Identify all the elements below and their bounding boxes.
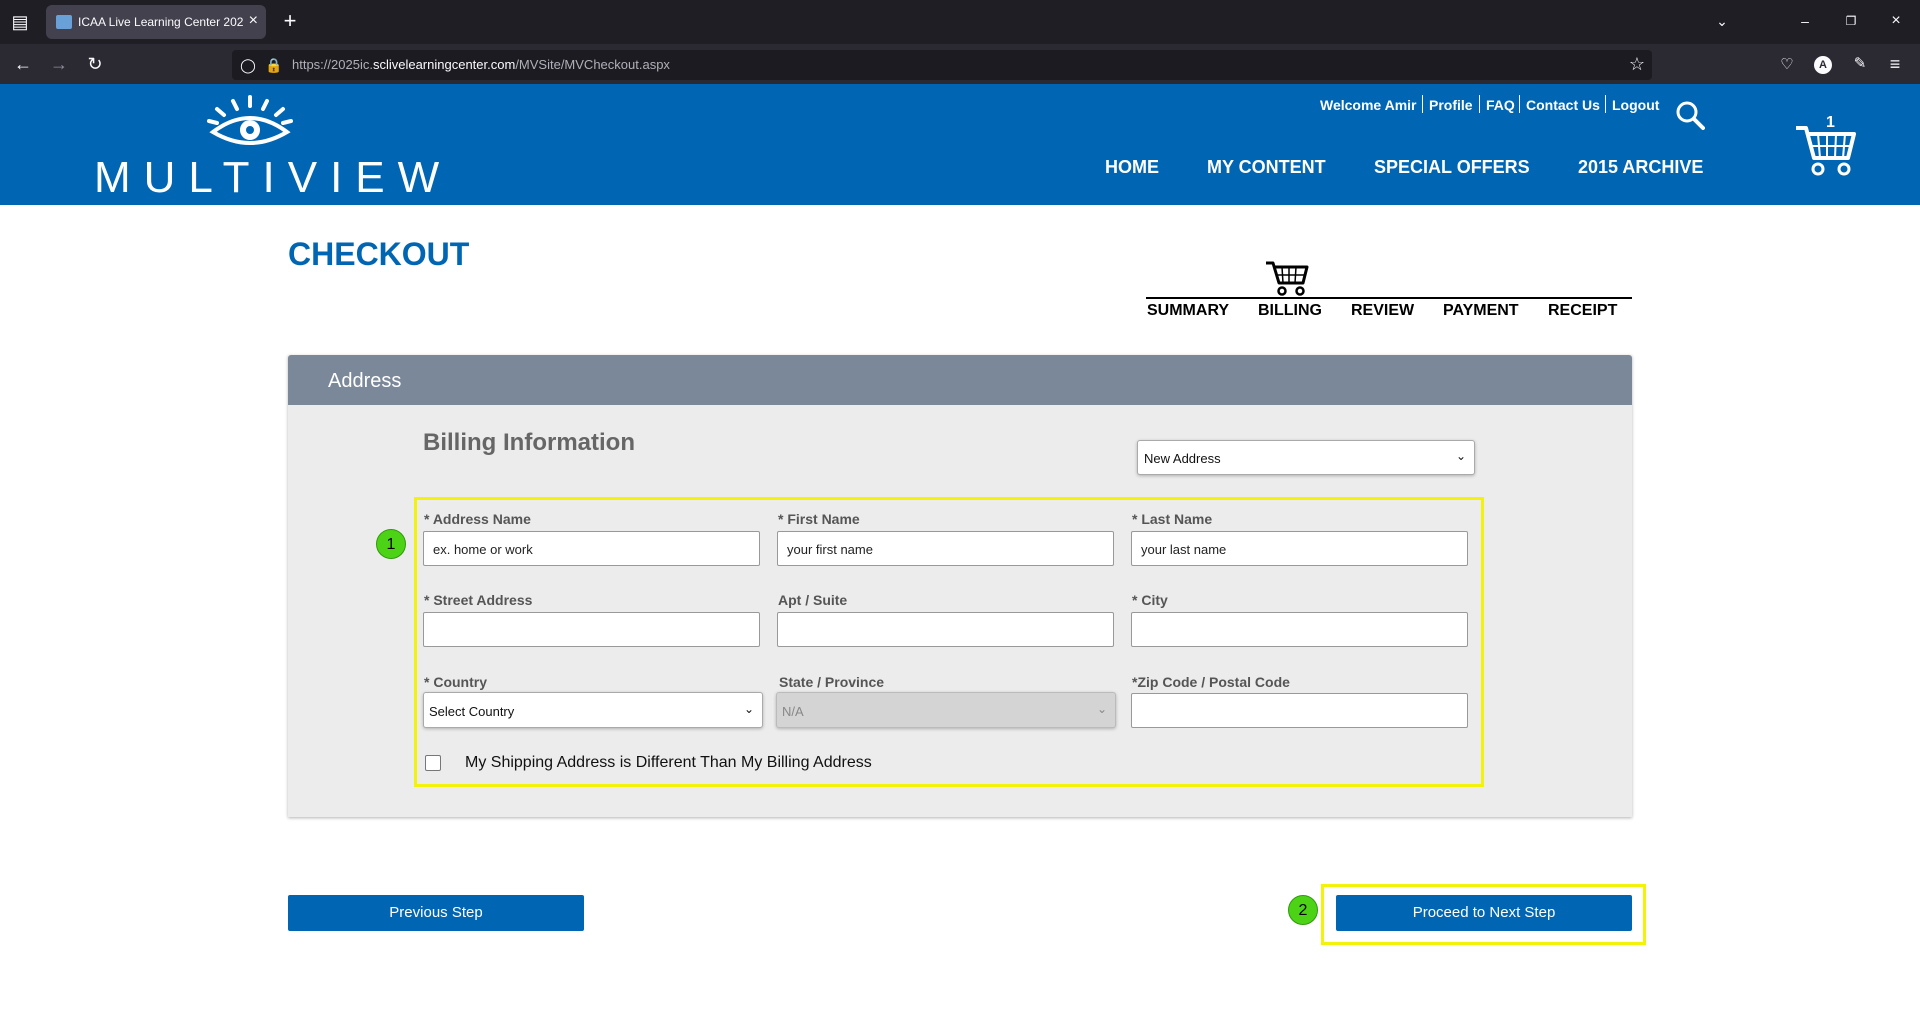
link-separator (1519, 95, 1520, 113)
previous-step-button[interactable]: Previous Step (288, 895, 584, 931)
nav-special-offers[interactable]: SPECIAL OFFERS (1374, 157, 1530, 178)
list-all-tabs-icon[interactable]: ⌄ (1712, 11, 1732, 31)
city-label: * City (1132, 592, 1168, 608)
faq-link[interactable]: FAQ (1486, 97, 1515, 113)
cart-icon[interactable] (1794, 122, 1858, 178)
steps-progress-line (1146, 297, 1632, 299)
first-name-label: * First Name (778, 511, 860, 527)
nav-2015-archive[interactable]: 2015 ARCHIVE (1578, 157, 1703, 178)
chevron-down-icon: ⌄ (743, 702, 754, 716)
link-separator (1479, 95, 1480, 113)
address-name-input[interactable]: ex. home or work (423, 531, 760, 566)
logo-text[interactable]: MULTIVIEW (94, 153, 452, 203)
favicon-icon (56, 15, 72, 29)
country-select[interactable]: Select Country ⌄ (423, 692, 763, 728)
state-province-select[interactable]: N/A ⌄ (776, 692, 1116, 728)
zip-code-input[interactable] (1131, 693, 1468, 728)
chevron-down-icon: ⌄ (1096, 702, 1107, 716)
city-input[interactable] (1131, 612, 1468, 647)
country-label: * Country (424, 674, 487, 690)
address-name-placeholder: ex. home or work (433, 542, 533, 557)
reload-icon[interactable]: ↻ (84, 54, 106, 74)
profile-link[interactable]: Profile (1429, 97, 1473, 113)
last-name-input[interactable]: your last name (1131, 531, 1468, 566)
url-text: https://2025ic.sclivelearningcenter.com/… (292, 57, 670, 72)
apt-suite-input[interactable] (777, 612, 1114, 647)
new-tab-icon[interactable]: + (280, 10, 300, 32)
close-tab-icon[interactable]: × (249, 12, 258, 30)
forward-icon[interactable]: → (48, 54, 70, 74)
billing-section-title: Billing Information (423, 429, 635, 456)
bookmark-star-icon[interactable]: ☆ (1626, 54, 1648, 74)
account-icon[interactable]: A (1814, 56, 1832, 74)
page-title: CHECKOUT (288, 236, 470, 272)
step-billing: BILLING (1258, 302, 1322, 319)
back-icon[interactable]: ← (12, 54, 34, 74)
street-address-label: * Street Address (424, 592, 533, 608)
address-header-title: Address (328, 370, 402, 392)
minimize-icon[interactable]: – (1795, 11, 1815, 31)
tab-title: ICAA Live Learning Center 2025 (78, 15, 243, 29)
chevron-down-icon: ⌄ (1455, 449, 1466, 463)
first-name-placeholder: your first name (787, 542, 873, 557)
browser-tab[interactable]: ICAA Live Learning Center 2025 × (46, 5, 266, 39)
address-select[interactable]: New Address ⌄ (1137, 440, 1475, 475)
welcome-text: Welcome Amir (1320, 97, 1417, 113)
contact-us-link[interactable]: Contact Us (1526, 97, 1600, 113)
annotation-badge-1: 1 (376, 529, 406, 559)
close-window-icon[interactable]: × (1886, 11, 1906, 31)
address-name-label: * Address Name (424, 511, 531, 527)
link-separator (1605, 95, 1606, 113)
shipping-different-label[interactable]: My Shipping Address is Different Than My… (465, 754, 872, 772)
link-separator (1422, 95, 1423, 113)
street-address-input[interactable] (423, 612, 760, 647)
country-select-value: Select Country (429, 704, 515, 719)
zip-code-label: *Zip Code / Postal Code (1132, 674, 1290, 690)
lock-icon[interactable]: 🔒 (264, 55, 284, 75)
annotation-badge-2: 2 (1288, 895, 1318, 925)
proceed-next-step-button[interactable]: Proceed to Next Step (1336, 895, 1632, 931)
step-review: REVIEW (1351, 302, 1415, 319)
pocket-icon[interactable]: ♡ (1776, 55, 1798, 75)
search-icon[interactable] (1675, 100, 1705, 130)
step-cart-icon (1266, 261, 1309, 296)
logout-link[interactable]: Logout (1612, 97, 1659, 113)
eye-logo-icon (207, 95, 293, 145)
apt-suite-label: Apt / Suite (778, 592, 848, 608)
nav-my-content[interactable]: MY CONTENT (1207, 157, 1326, 178)
menu-icon[interactable]: ≡ (1884, 54, 1906, 74)
state-province-value: N/A (782, 704, 804, 719)
nav-home[interactable]: HOME (1105, 157, 1159, 178)
last-name-placeholder: your last name (1141, 542, 1227, 557)
first-name-input[interactable]: your first name (777, 531, 1114, 566)
restore-icon[interactable]: ❐ (1841, 11, 1861, 31)
last-name-label: * Last Name (1132, 511, 1213, 527)
extensions-icon[interactable]: ✎ (1849, 54, 1871, 74)
state-province-label: State / Province (779, 674, 885, 690)
step-payment: PAYMENT (1443, 302, 1519, 319)
shipping-different-checkbox[interactable] (425, 755, 441, 771)
address-select-value: New Address (1144, 451, 1221, 466)
tab-list-icon[interactable]: ▤ (10, 12, 30, 32)
step-summary: SUMMARY (1147, 302, 1230, 319)
step-receipt: RECEIPT (1548, 302, 1618, 319)
address-card-header (288, 355, 1632, 405)
shield-icon[interactable]: ◯ (238, 55, 258, 75)
